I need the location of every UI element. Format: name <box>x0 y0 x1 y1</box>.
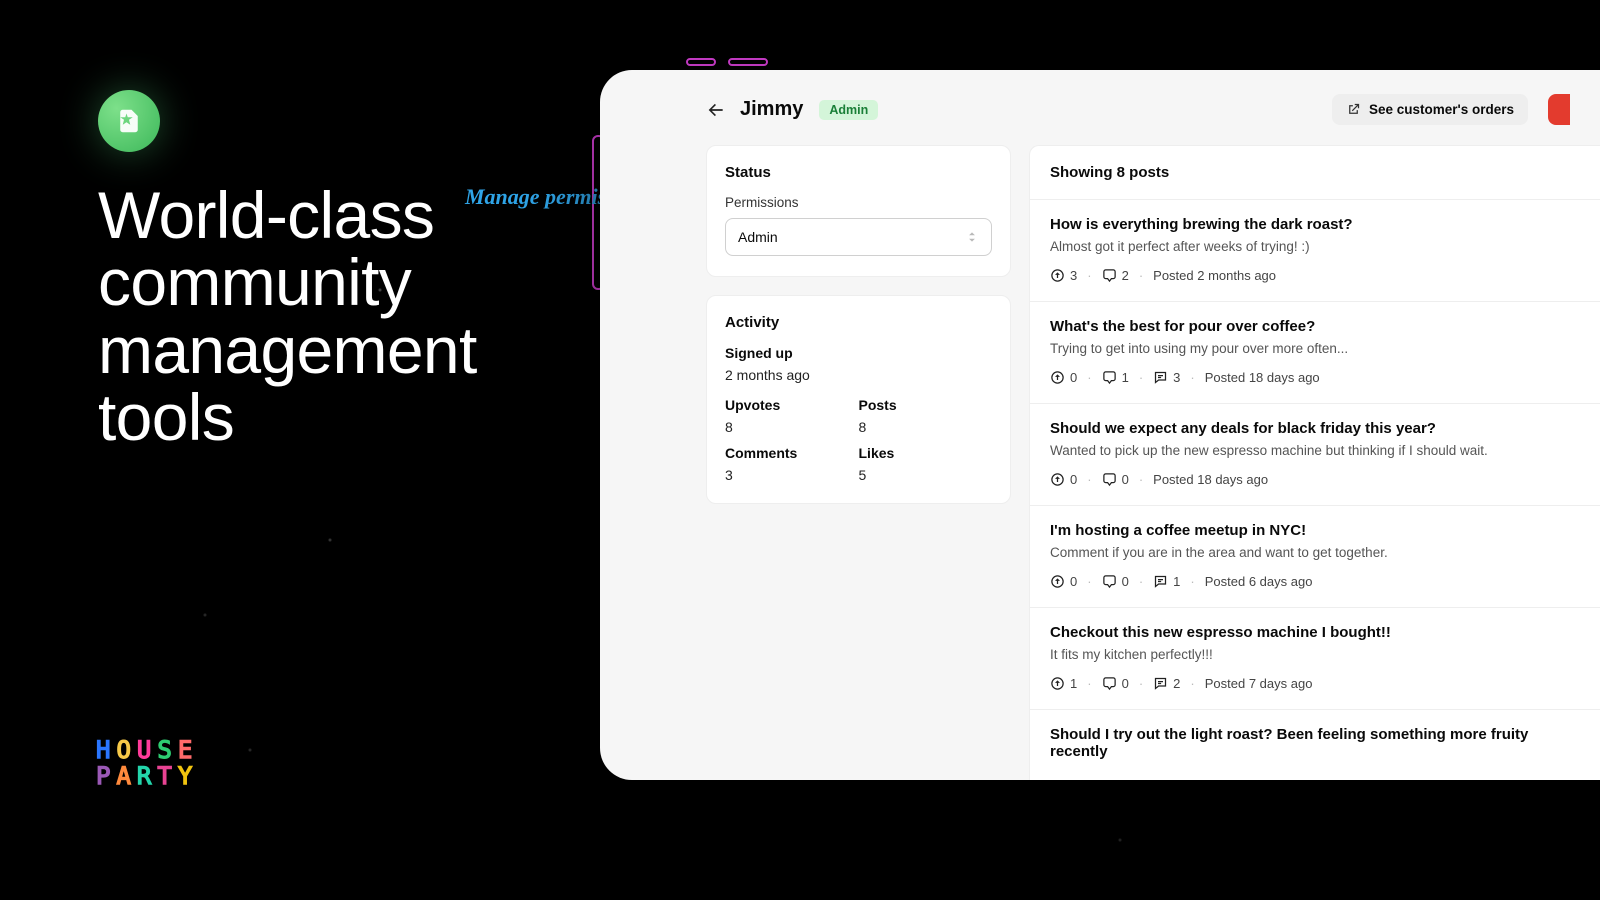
activity-card: Activity Signed up 2 months ago Upvotes … <box>706 295 1011 504</box>
upvote-count: 0 <box>1050 574 1077 589</box>
role-badge: Admin <box>819 100 878 120</box>
post-excerpt: Almost got it perfect after weeks of try… <box>1050 239 1580 254</box>
posts-panel: Showing 8 posts How is everything brewin… <box>1029 145 1600 780</box>
upvotes-value: 8 <box>725 419 859 435</box>
upvotes-label: Upvotes <box>725 397 859 413</box>
post-excerpt: Wanted to pick up the new espresso machi… <box>1050 443 1580 458</box>
admin-panel: Jimmy Admin See customer's orders Status… <box>600 70 1600 780</box>
external-link-icon <box>1346 102 1361 117</box>
post-item[interactable]: I'm hosting a coffee meetup in NYC! Comm… <box>1030 505 1600 607</box>
signed-up-value: 2 months ago <box>725 367 992 383</box>
danger-button-edge[interactable] <box>1548 94 1570 125</box>
comment-count: 1 <box>1102 370 1129 385</box>
post-excerpt: Comment if you are in the area and want … <box>1050 545 1580 560</box>
comment-count: 0 <box>1102 574 1129 589</box>
upvote-count: 3 <box>1050 268 1077 283</box>
user-name: Jimmy <box>740 98 803 121</box>
upvote-count: 0 <box>1050 370 1077 385</box>
upvote-count: 1 <box>1050 676 1077 691</box>
hero-title: World-class community management tools <box>98 182 538 451</box>
posts-value: 8 <box>859 419 993 435</box>
posted-time: Posted 18 days ago <box>1205 370 1320 385</box>
see-orders-button[interactable]: See customer's orders <box>1332 94 1528 125</box>
brand-badge-icon <box>98 90 160 152</box>
post-title: Should I try out the light roast? Been f… <box>1050 726 1580 760</box>
post-item[interactable]: Should we expect any deals for black fri… <box>1030 403 1600 505</box>
decoration-icon <box>728 58 768 66</box>
upvote-count: 0 <box>1050 472 1077 487</box>
activity-title: Activity <box>725 314 992 331</box>
share-count: 1 <box>1153 574 1180 589</box>
comment-count: 2 <box>1102 268 1129 283</box>
likes-label: Likes <box>859 445 993 461</box>
posted-time: Posted 7 days ago <box>1205 676 1313 691</box>
chevron-sort-icon <box>965 230 979 244</box>
post-title: I'm hosting a coffee meetup in NYC! <box>1050 522 1580 539</box>
comments-value: 3 <box>725 467 859 483</box>
house-party-wordmark: HOUSE PARTY <box>96 738 198 790</box>
post-item[interactable]: Checkout this new espresso machine I bou… <box>1030 607 1600 709</box>
comment-count: 0 <box>1102 676 1129 691</box>
posts-count: Showing 8 posts <box>1030 146 1600 199</box>
posts-label: Posts <box>859 397 993 413</box>
comments-label: Comments <box>725 445 859 461</box>
post-title: Should we expect any deals for black fri… <box>1050 420 1580 437</box>
signed-up-label: Signed up <box>725 345 992 361</box>
marketing-hero: World-class community management tools <box>98 90 538 451</box>
status-title: Status <box>725 164 992 181</box>
post-excerpt: It fits my kitchen perfectly!!! <box>1050 647 1580 662</box>
posted-time: Posted 18 days ago <box>1153 472 1268 487</box>
post-item[interactable]: What's the best for pour over coffee? Tr… <box>1030 301 1600 403</box>
posted-time: Posted 6 days ago <box>1205 574 1313 589</box>
back-button[interactable] <box>706 99 728 121</box>
likes-value: 5 <box>859 467 993 483</box>
post-title: What's the best for pour over coffee? <box>1050 318 1580 335</box>
post-item[interactable]: How is everything brewing the dark roast… <box>1030 199 1600 301</box>
post-item[interactable]: Should I try out the light roast? Been f… <box>1030 709 1600 780</box>
posted-time: Posted 2 months ago <box>1153 268 1276 283</box>
permissions-label: Permissions <box>725 195 992 210</box>
decoration-icon <box>686 58 716 66</box>
permissions-value: Admin <box>738 229 778 245</box>
status-card: Status Permissions Admin <box>706 145 1011 277</box>
share-count: 2 <box>1153 676 1180 691</box>
comment-count: 0 <box>1102 472 1129 487</box>
share-count: 3 <box>1153 370 1180 385</box>
post-title: Checkout this new espresso machine I bou… <box>1050 624 1580 641</box>
post-title: How is everything brewing the dark roast… <box>1050 216 1580 233</box>
post-excerpt: Trying to get into using my pour over mo… <box>1050 341 1580 356</box>
see-orders-label: See customer's orders <box>1369 102 1514 117</box>
app-header: Jimmy Admin See customer's orders <box>600 70 1600 141</box>
permissions-select[interactable]: Admin <box>725 218 992 256</box>
